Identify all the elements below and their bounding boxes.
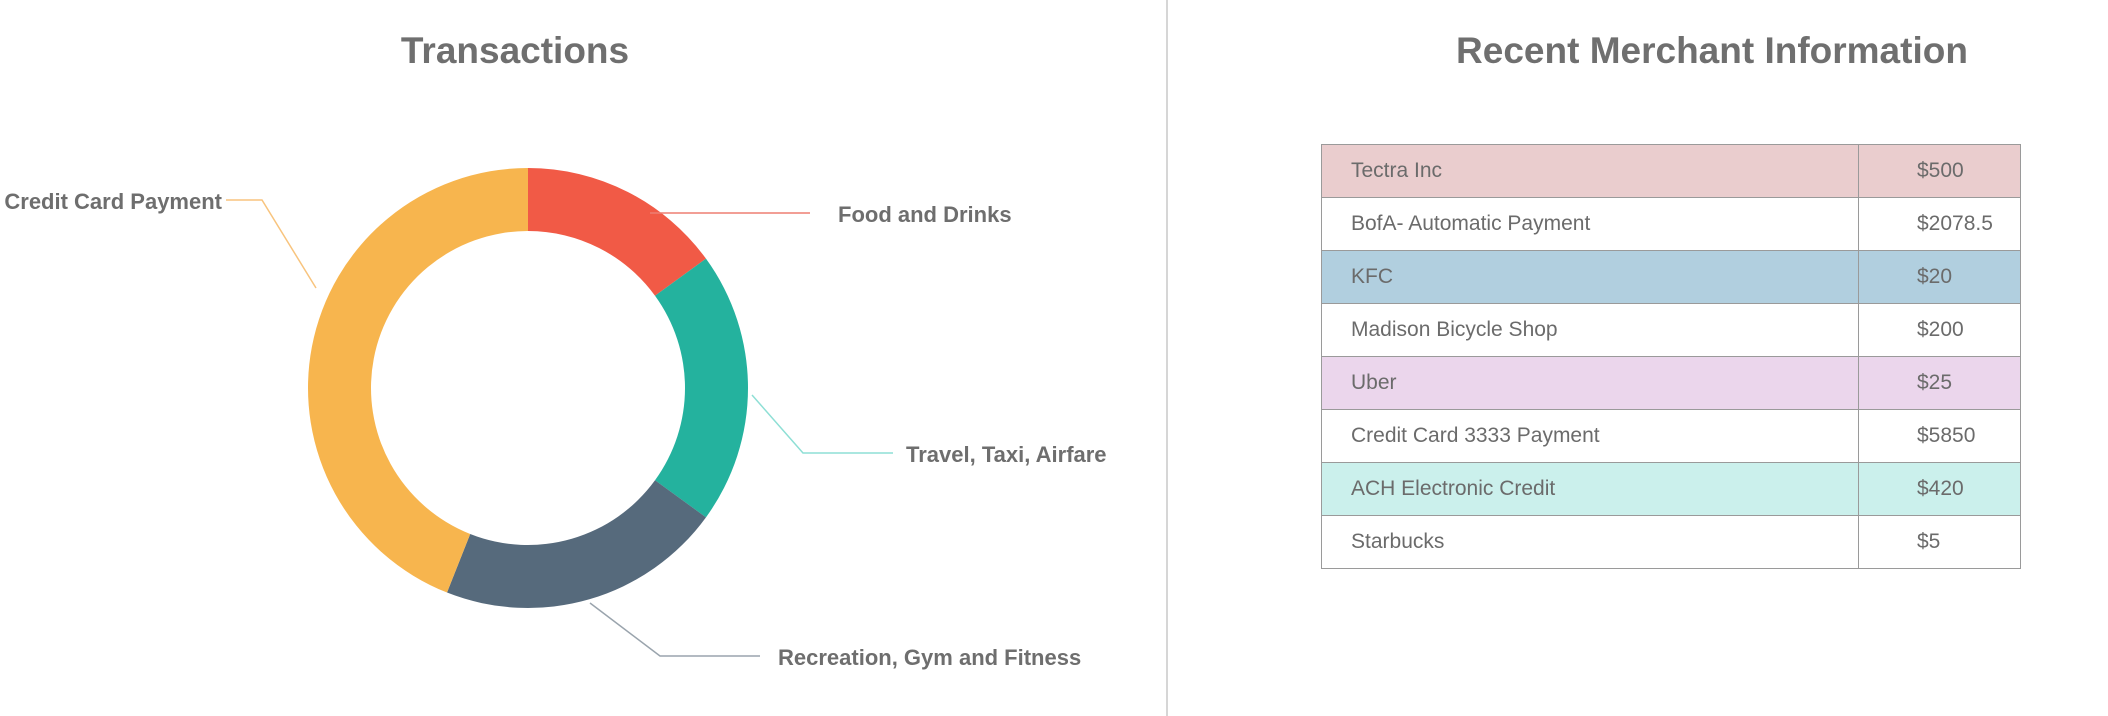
- merchant-table: Tectra Inc $500 BofA- Automatic Payment $20…: [1321, 144, 2021, 569]
- leader-line-3: [589, 602, 760, 657]
- donut-slice-4: [307, 168, 528, 593]
- merchant-row: Credit Card 3333 Payment $5850: [1321, 409, 2021, 463]
- merchant-name: Tectra Inc: [1321, 144, 1859, 198]
- merchant-row: BofA- Automatic Payment $2078.5: [1321, 197, 2021, 251]
- merchant-name: Credit Card 3333 Payment: [1321, 409, 1859, 463]
- merchant-row: KFC $20: [1321, 250, 2021, 304]
- merchant-table-body: Tectra Inc $500 BofA- Automatic Payment $20…: [1321, 144, 2021, 569]
- donut-slice-3: [447, 480, 706, 609]
- donut-slices: [307, 168, 749, 609]
- merchant-name: Madison Bicycle Shop: [1321, 303, 1859, 357]
- merchant-row: ACH Electronic Credit $420: [1321, 462, 2021, 516]
- merchant-row: Starbucks $5: [1321, 515, 2021, 569]
- merchant-amount: $2078.5: [1858, 197, 2021, 251]
- merchant-info-title: Recent Merchant Information: [1456, 30, 1968, 71]
- leader-line-4: [226, 199, 317, 289]
- donut-slice-1: [528, 168, 706, 296]
- transactions-donut-chart: Food and Drinks Travel, Taxi, Airfare Recr…: [4, 168, 1107, 670]
- merchant-row: Madison Bicycle Shop $200: [1321, 303, 2021, 357]
- merchant-amount: $420: [1858, 462, 2021, 516]
- panel-divider: [1166, 0, 1168, 716]
- merchant-amount: $200: [1858, 303, 2021, 357]
- merchant-row: Uber $25: [1321, 356, 2021, 410]
- merchant-name: BofA- Automatic Payment: [1321, 197, 1859, 251]
- slice-label-4: Credit Card Payment: [4, 189, 222, 214]
- slice-label-2: Travel, Taxi, Airfare: [906, 442, 1107, 467]
- merchant-name: Uber: [1321, 356, 1859, 410]
- merchant-name: Starbucks: [1321, 515, 1859, 569]
- slice-label-1: Food and Drinks: [838, 202, 1012, 227]
- merchant-amount: $500: [1858, 144, 2021, 198]
- merchant-row: Tectra Inc $500: [1321, 144, 2021, 198]
- merchant-amount: $25: [1858, 356, 2021, 410]
- merchant-amount: $5850: [1858, 409, 2021, 463]
- leader-line-2: [751, 394, 893, 454]
- merchant-amount: $20: [1858, 250, 2021, 304]
- merchant-name: KFC: [1321, 250, 1859, 304]
- merchant-name: ACH Electronic Credit: [1321, 462, 1859, 516]
- donut-slice-2: [655, 258, 749, 518]
- slice-label-3: Recreation, Gym and Fitness: [778, 645, 1081, 670]
- merchant-amount: $5: [1858, 515, 2021, 569]
